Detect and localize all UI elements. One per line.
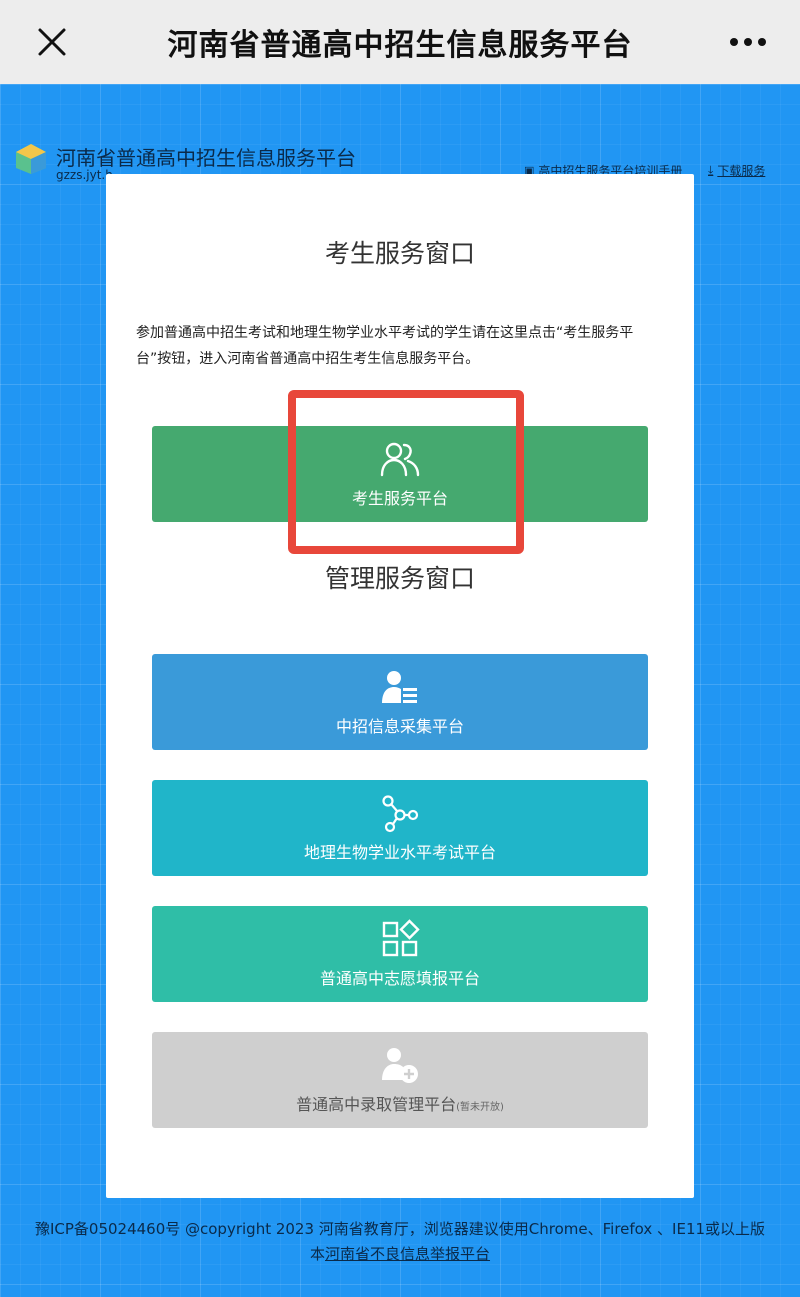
site-logo-icon [14,142,48,176]
student-section-title: 考生服务窗口 [324,239,475,268]
users-icon [380,439,420,479]
not-open-note: (暂未开放) [456,1102,504,1113]
network-nodes-icon [380,793,420,833]
admission-management-button[interactable]: 普通高中录取管理平台(暂未开放) [152,1032,648,1128]
close-icon[interactable] [28,18,76,66]
student-service-label: 考生服务平台 [351,489,448,508]
service-card: 考生服务窗口 参加普通高中招生考试和地理生物学业水平考试的学生请在这里点击“考生… [106,174,694,1198]
geo-bio-exam-label: 地理生物学业水平考试平台 [303,843,496,862]
site-url: gzzs.jyt.h [56,168,113,182]
app-header: 河南省普通高中招生信息服务平台 [0,0,800,85]
volunteer-filling-button[interactable]: 普通高中志愿填报平台 [152,906,648,1002]
grid-apps-icon [380,919,420,959]
student-description: 参加普通高中招生考试和地理生物学业水平考试的学生请在这里点击“考生服务平台”按钮… [136,325,634,367]
page-title: 河南省普通高中招生信息服务平台 [167,28,633,63]
geo-bio-exam-button[interactable]: 地理生物学业水平考试平台 [152,780,648,876]
download-icon: ⤓ [708,163,714,177]
footer-report: 本河南省不良信息举报平台 [309,1245,491,1263]
volunteer-filling-label: 普通高中志愿填报平台 [319,969,480,988]
report-platform-link[interactable]: 河南省不良信息举报平台 [325,1245,490,1263]
download-service-link[interactable]: ⤓ 下载服务 [708,162,765,179]
admission-management-label: 普通高中录取管理平台 [296,1095,457,1114]
management-section-title: 管理服务窗口 [324,564,475,593]
info-collection-label: 中招信息采集平台 [335,717,464,736]
student-service-button[interactable]: 考生服务平台 [152,426,648,522]
info-collection-button[interactable]: 中招信息采集平台 [152,654,648,750]
user-list-icon [380,667,420,707]
user-add-icon [380,1045,420,1085]
site-name: 河南省普通高中招生信息服务平台 [56,146,356,170]
more-icon[interactable] [724,18,772,66]
footer-copyright: 豫ICP备05024460号 @copyright 2023 河南省教育厅，浏览… [34,1220,766,1238]
